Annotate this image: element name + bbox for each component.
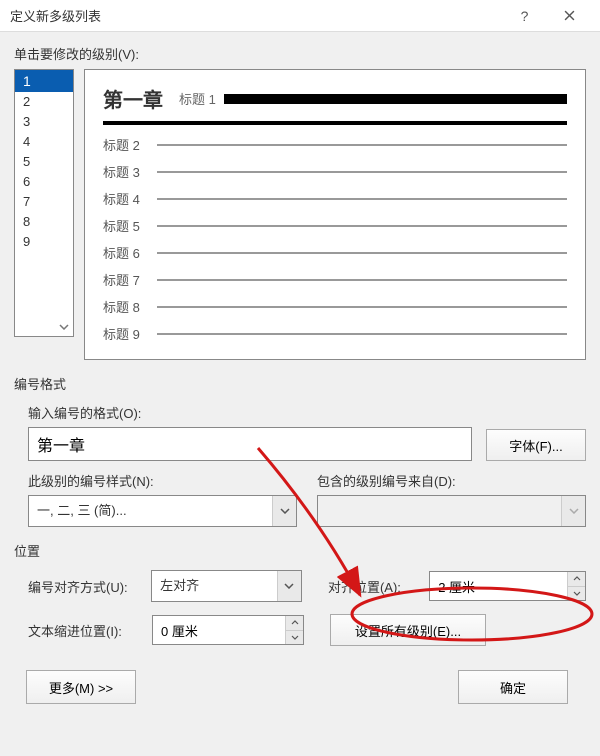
preview-divider	[103, 121, 567, 125]
number-style-label: 此级别的编号样式(N):	[28, 471, 297, 490]
help-button[interactable]: ?	[502, 0, 547, 32]
position-group-title: 位置	[14, 541, 586, 562]
aligned-at-input[interactable]	[429, 571, 586, 601]
list-item[interactable]: 7	[15, 192, 73, 212]
list-item[interactable]: 3	[15, 112, 73, 132]
list-item[interactable]: 8	[15, 212, 73, 232]
list-item[interactable]: 5	[15, 152, 73, 172]
number-format-group-title: 编号格式	[14, 374, 586, 395]
enter-format-label: 输入编号的格式(O):	[28, 403, 586, 422]
level-listbox[interactable]: 1 2 3 4 5 6 7 8 9	[14, 69, 74, 337]
list-item[interactable]: 2	[15, 92, 73, 112]
chevron-down-icon	[561, 496, 585, 526]
preview-row: 标题 9	[103, 324, 567, 343]
preview-row: 标题 6	[103, 243, 567, 262]
number-format-input[interactable]	[28, 427, 472, 461]
preview-bar	[224, 94, 567, 104]
more-button[interactable]: 更多(M) >>	[26, 670, 136, 704]
close-button[interactable]	[547, 0, 592, 32]
aligned-at-label: 对齐位置(A):	[328, 577, 423, 596]
list-item[interactable]: 9	[15, 232, 73, 252]
number-style-select[interactable]: 一, 二, 三 (简)...	[28, 495, 297, 527]
text-indent-label: 文本缩进位置(I):	[28, 621, 146, 640]
spin-up[interactable]	[567, 572, 585, 587]
preview-chapter: 第一章	[103, 84, 163, 113]
ok-button[interactable]: 确定	[458, 670, 568, 704]
spin-down[interactable]	[567, 587, 585, 601]
window-title: 定义新多级列表	[10, 6, 502, 25]
title-bar: 定义新多级列表 ?	[0, 0, 600, 32]
list-item[interactable]: 6	[15, 172, 73, 192]
preview-row: 标题 4	[103, 189, 567, 208]
chevron-down-icon[interactable]	[277, 571, 301, 601]
list-item[interactable]: 4	[15, 132, 73, 152]
chevron-down-icon[interactable]	[272, 496, 296, 526]
text-indent-input[interactable]	[152, 615, 304, 645]
preview-row: 标题 7	[103, 270, 567, 289]
include-from-select	[317, 495, 586, 527]
alignment-label: 编号对齐方式(U):	[28, 577, 145, 596]
preview-row: 标题 8	[103, 297, 567, 316]
chevron-down-icon[interactable]	[56, 319, 71, 334]
spin-down[interactable]	[285, 631, 303, 645]
spin-up[interactable]	[285, 616, 303, 631]
preview-row: 标题 5	[103, 216, 567, 235]
font-button[interactable]: 字体(F)...	[486, 429, 586, 461]
preview-label: 标题 1	[179, 89, 216, 108]
preview-pane: 第一章 标题 1 标题 2 标题 3 标题 4 标题 5 标题 6 标题 7 标…	[84, 69, 586, 360]
levels-label: 单击要修改的级别(V):	[14, 44, 586, 63]
set-all-levels-button[interactable]: 设置所有级别(E)...	[330, 614, 486, 646]
preview-row: 标题 2	[103, 135, 567, 154]
preview-row: 标题 3	[103, 162, 567, 181]
preview-level1: 第一章 标题 1	[103, 84, 567, 113]
include-from-label: 包含的级别编号来自(D):	[317, 471, 586, 490]
list-item[interactable]: 1	[15, 70, 73, 92]
